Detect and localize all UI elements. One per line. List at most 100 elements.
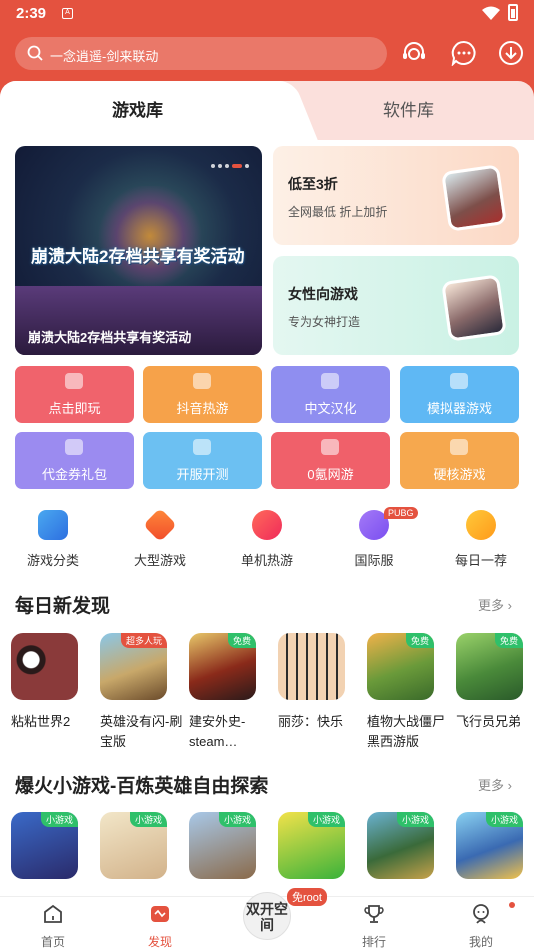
- mini-game-card[interactable]: 小游戏: [456, 812, 526, 879]
- section-mini-more-link[interactable]: 更多 ›: [478, 775, 512, 794]
- game-badge: 免费: [405, 633, 434, 648]
- mini-game-card[interactable]: 小游戏: [11, 812, 81, 879]
- sim-icon: A: [62, 8, 73, 19]
- tab-software-library-label[interactable]: 软件库: [383, 96, 434, 121]
- game-icon: 免费: [456, 633, 523, 700]
- game-badge: 小游戏: [485, 812, 523, 827]
- quick-nav-daily-pick[interactable]: 每日一荐: [441, 510, 521, 569]
- category-emulator[interactable]: 模拟器游戏: [400, 366, 519, 423]
- daily-pick-icon: [466, 510, 496, 540]
- section-daily-more-link[interactable]: 更多 ›: [478, 595, 512, 614]
- promo-discount-art: [441, 164, 507, 232]
- banner-art-title: 崩溃大陆2存档共享有奖活动: [31, 247, 245, 266]
- nav-discover[interactable]: 发现: [130, 903, 190, 950]
- category-douyin-hot[interactable]: 抖音热游: [143, 366, 262, 423]
- message-icon[interactable]: [451, 40, 477, 66]
- game-badge: 小游戏: [307, 812, 345, 827]
- game-name: 飞行员兄弟: [456, 714, 522, 729]
- mini-game-card[interactable]: 小游戏: [189, 812, 259, 879]
- quick-nav-single-player[interactable]: 单机热游: [227, 510, 307, 569]
- game-icon: 免费: [189, 633, 256, 700]
- category-free-online[interactable]: 0氪网游: [271, 432, 390, 489]
- tab-game-library-label[interactable]: 游戏库: [112, 96, 163, 121]
- game-card[interactable]: 免费 飞行员兄弟: [456, 633, 526, 752]
- promo-female-games[interactable]: 女性向游戏 专为女神打造: [273, 256, 519, 355]
- customer-service-icon[interactable]: [401, 40, 427, 66]
- game-badge: 免费: [494, 633, 523, 648]
- promo-discount-subtitle: 全网最低 折上加折: [288, 205, 388, 219]
- game-card[interactable]: 粘粘世界2: [11, 633, 81, 752]
- game-icon: 小游戏: [189, 812, 256, 879]
- mini-game-card[interactable]: 小游戏: [100, 812, 170, 879]
- category-hardcore[interactable]: 硬核游戏: [400, 432, 519, 489]
- game-icon: [278, 633, 345, 700]
- game-badge: 超多人玩: [120, 633, 167, 648]
- category-icon: [38, 510, 68, 540]
- root-free-badge: 免root: [287, 888, 327, 906]
- pubg-badge: PUBG: [384, 507, 418, 519]
- notification-dot: [509, 902, 515, 908]
- promo-female-art: [441, 274, 507, 342]
- wifi-icon: [482, 6, 500, 20]
- search-placeholder: 一念逍遥-剑来联动: [50, 49, 159, 64]
- nav-ranking[interactable]: 排行: [344, 903, 404, 950]
- clock-icon: [193, 439, 211, 455]
- tab-bar: 游戏库 软件库: [0, 81, 534, 141]
- mini-game-card[interactable]: 小游戏: [278, 812, 348, 879]
- profile-icon: [473, 904, 489, 924]
- event-banner[interactable]: 崩溃大陆2存档共享有奖活动 崩溃大陆2存档共享有奖活动: [15, 146, 262, 355]
- game-name: 建安外史-steam…: [189, 714, 246, 749]
- section-mini-games-title: 爆火小游戏-百炼英雄自由探索: [15, 776, 269, 797]
- game-card[interactable]: 免费 建安外史-steam…: [189, 633, 259, 752]
- home-icon: [44, 904, 62, 923]
- game-icon: [11, 633, 78, 700]
- carousel-indicator: [211, 155, 252, 173]
- status-time: 2:39: [16, 5, 47, 22]
- game-badge: 小游戏: [218, 812, 256, 827]
- dual-space-button[interactable]: 双开空间: [243, 892, 291, 940]
- search-input[interactable]: 一念逍遥-剑来联动: [15, 37, 387, 70]
- game-icon: 小游戏: [456, 812, 523, 879]
- game-badge: 免费: [227, 633, 256, 648]
- game-name: 丽莎：快乐: [278, 714, 344, 729]
- game-badge: 小游戏: [396, 812, 434, 827]
- game-card[interactable]: 免费 植物大战僵尸黑西游版: [367, 633, 445, 752]
- status-bar: 2:39 A: [0, 0, 534, 28]
- category-chinese[interactable]: 中文汉化: [271, 366, 390, 423]
- download-icon[interactable]: [498, 40, 524, 66]
- search-icon: [27, 45, 43, 61]
- discover-icon: [151, 906, 169, 922]
- quick-nav-categories[interactable]: 游戏分类: [13, 510, 93, 569]
- large-game-icon: [143, 508, 177, 542]
- ghost-icon: [65, 373, 83, 389]
- game-card[interactable]: 超多人玩 英雄没有闪-刷宝版: [100, 633, 182, 752]
- game-name: 英雄没有闪-刷宝版: [100, 714, 183, 749]
- game-icon: 超多人玩: [100, 633, 167, 700]
- game-badge: 小游戏: [40, 812, 78, 827]
- promo-female-subtitle: 专为女神打造: [288, 315, 361, 329]
- douyin-icon: [193, 373, 211, 389]
- swords-icon: [450, 439, 468, 455]
- nav-home[interactable]: 首页: [23, 903, 83, 950]
- promo-female-title: 女性向游戏: [288, 286, 358, 302]
- mini-game-card[interactable]: 小游戏: [367, 812, 437, 879]
- game-icon: 小游戏: [367, 812, 434, 879]
- single-player-icon: [252, 510, 282, 540]
- game-badge: 小游戏: [129, 812, 167, 827]
- section-daily-discovery-title: 每日新发现: [15, 596, 111, 617]
- game-card[interactable]: 丽莎：快乐: [278, 633, 348, 752]
- coin-icon: [321, 439, 339, 455]
- game-name: 粘粘世界2: [11, 714, 71, 729]
- gamepad-icon: [450, 373, 468, 389]
- promo-discount[interactable]: 低至3折 全网最低 折上加折: [273, 146, 519, 245]
- game-icon: 小游戏: [278, 812, 345, 879]
- nav-profile[interactable]: 我的: [451, 903, 511, 950]
- category-new-servers[interactable]: 开服开测: [143, 432, 262, 489]
- battery-icon: [508, 4, 518, 21]
- game-name: 植物大战僵尸黑西游版: [367, 714, 446, 749]
- category-voucher[interactable]: 代金券礼包: [15, 432, 134, 489]
- game-icon: 免费: [367, 633, 434, 700]
- quick-nav-large-games[interactable]: 大型游戏: [120, 508, 200, 569]
- category-instant-play[interactable]: 点击即玩: [15, 366, 134, 423]
- game-icon: 小游戏: [100, 812, 167, 879]
